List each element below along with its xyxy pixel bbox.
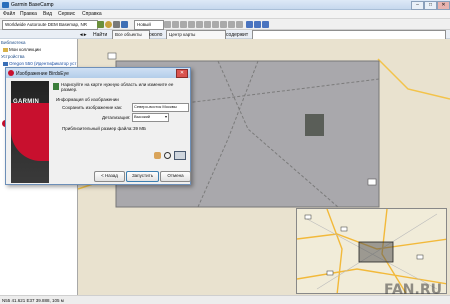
waypoint-icon[interactable] [180, 21, 187, 28]
window-title: Garmin BaseCamp [11, 2, 54, 8]
dialog-close-button[interactable]: ✕ [176, 69, 188, 78]
start-button[interactable]: Запустить [126, 171, 159, 182]
map-view-icon[interactable] [174, 151, 186, 160]
file-size-value: 39 МБ [133, 126, 146, 131]
measure-icon[interactable] [121, 21, 128, 28]
birdseye-dialog: Изображение BirdsEye ✕ GARMIN Нарисуйте … [5, 67, 191, 185]
track-icon[interactable] [188, 21, 195, 28]
toolbar: Worldwide Autoroute DEM Basemap, NR Новы… [0, 19, 450, 30]
back-button[interactable]: < Назад [94, 171, 125, 182]
instruction-text: Нарисуйте на карте нужную область или из… [61, 82, 174, 92]
contains-label: содержит [226, 31, 249, 38]
status-bar: N55 41.621 E37 39.888, 105 м [0, 295, 450, 304]
menu-tools[interactable]: Сервис [58, 11, 75, 17]
save-as-input[interactable]: Северо-восток Москвы [132, 103, 189, 112]
file-size-label: Приблизительный размер файла: [62, 126, 133, 131]
edit-icon[interactable] [204, 21, 211, 28]
zoom-icon[interactable] [164, 152, 171, 159]
folder-icon [3, 48, 8, 52]
menu-view[interactable]: Вид [43, 11, 52, 17]
area-icon[interactable] [196, 21, 203, 28]
dialog-title: Изображение BirdsEye [16, 70, 69, 77]
chevron-down-icon: ▾ [164, 114, 167, 119]
my-collection-item[interactable]: Мои коллекции [9, 47, 41, 52]
info-header: Информация об изображении [56, 97, 119, 102]
find-label: Найти [93, 31, 108, 38]
split-icon[interactable] [212, 21, 219, 28]
map-icon[interactable] [97, 21, 104, 28]
satellite-tile [305, 114, 324, 136]
maximize-button[interactable]: □ [424, 1, 437, 10]
garmin-logo: GARMIN [13, 99, 40, 105]
layout-3d-icon[interactable] [262, 21, 269, 28]
map-product-select[interactable]: Worldwide Autoroute DEM Basemap, NR [2, 20, 98, 30]
window-title-bar: Garmin BaseCamp – □ ✕ [0, 0, 450, 10]
dialog-icon [8, 70, 14, 76]
menu-edit[interactable]: Правка [20, 11, 37, 17]
library-header: Библиотека [1, 40, 26, 45]
pencil-icon[interactable] [164, 21, 171, 28]
zoom-in-icon[interactable] [105, 21, 112, 28]
devices-header: Устройства [1, 54, 25, 59]
detail-select[interactable]: Высокий ▾ [132, 113, 169, 122]
route-icon[interactable] [172, 21, 179, 28]
cursor-coordinates: N55 41.621 E37 39.888, 105 м [2, 297, 64, 303]
pan-icon[interactable] [113, 21, 120, 28]
app-icon [2, 2, 9, 8]
device-icon [3, 62, 8, 66]
menu-bar: Файл Правка Вид Сервис Справка [0, 10, 450, 19]
dialog-title-bar: Изображение BirdsEye ✕ [6, 68, 190, 78]
minimize-button[interactable]: – [411, 1, 424, 10]
site-watermark: FAN.RU [384, 282, 442, 298]
new-button[interactable]: Новый [134, 20, 164, 30]
save-as-label: Сохранить изображение как: [62, 105, 123, 110]
garmin-swoosh [11, 103, 49, 161]
delete-icon[interactable] [228, 21, 235, 28]
pencil-hint-icon [53, 83, 59, 90]
layout-single-icon[interactable] [246, 21, 253, 28]
detail-label: Детализация: [102, 115, 131, 120]
send-icon[interactable] [236, 21, 243, 28]
device-item[interactable]: Oregon 550 (Идентификатор уст [9, 61, 76, 66]
nav-arrows-icon[interactable]: ◂ ▸ [80, 32, 86, 38]
search-bar: ◂ ▸ Найти Все объекты около Центр карты … [0, 30, 450, 40]
join-icon[interactable] [220, 21, 227, 28]
close-button[interactable]: ✕ [437, 1, 450, 10]
menu-help[interactable]: Справка [82, 11, 102, 17]
layout-split-icon[interactable] [254, 21, 261, 28]
near-label: около [149, 31, 163, 38]
garmin-banner: GARMIN [11, 81, 49, 183]
detail-select-value: Высокий [134, 114, 151, 119]
menu-file[interactable]: Файл [3, 11, 15, 17]
cancel-button[interactable]: Отмена [160, 171, 191, 182]
hand-icon[interactable] [154, 152, 161, 159]
